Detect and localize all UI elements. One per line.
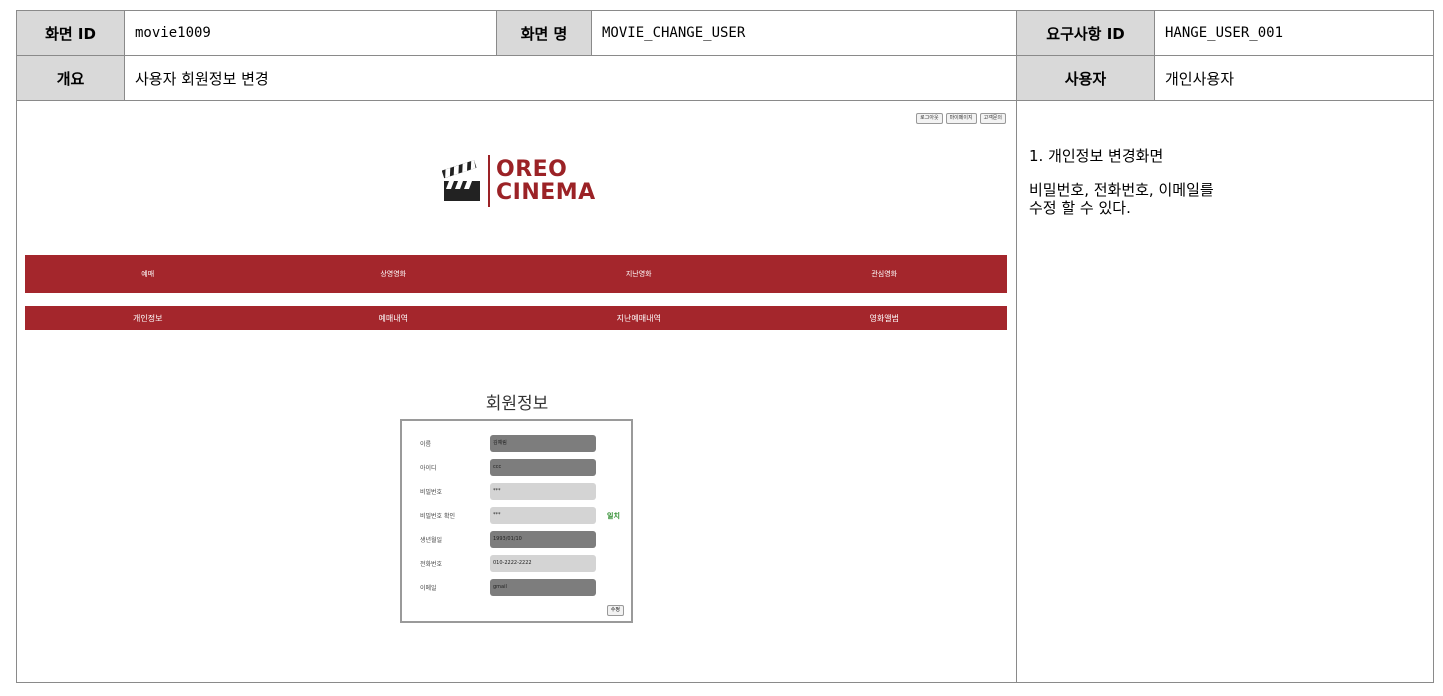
field-label: 이메일 [420, 585, 437, 592]
name-field: 김예림 [490, 435, 596, 452]
clapperboard-icon [442, 160, 480, 201]
main-nav: 예매 상영영화 지난영화 관심영화 [25, 255, 1007, 293]
top-links: 로그아웃 마이페이지 고객문의 [916, 113, 1006, 124]
subnav-movie-album[interactable]: 영화앨범 [762, 306, 1008, 330]
support-link[interactable]: 고객문의 [979, 113, 1006, 124]
password-match-indicator: 일치 [607, 512, 620, 520]
mypage-link[interactable]: 마이페이지 [945, 113, 977, 124]
form-row-email: 이메일 gmail [402, 579, 631, 597]
id-field: ccc [490, 459, 596, 476]
field-label: 생년월일 [420, 537, 443, 544]
subnav-past-reservations[interactable]: 지난예매내역 [516, 306, 762, 330]
nav-past-movies[interactable]: 지난영화 [516, 255, 762, 293]
birthdate-field: 1993/01/10 [490, 531, 596, 548]
description-body: 비밀번호, 전화번호, 이메일를 수정 할 수 있다. [1029, 181, 1214, 217]
subnav-reservation-history[interactable]: 예매내역 [271, 306, 517, 330]
member-info-form: 이름 김예림 아이디 ccc 비밀번호 *** 비밀번호 확인 *** 일치 생… [400, 419, 633, 623]
logo-line-1: OREO [496, 157, 568, 182]
spec-table: 화면 ID movie1009 화면 명 MOVIE_CHANGE_USER 요… [16, 10, 1434, 683]
screen-name-label: 화면 명 [497, 11, 592, 56]
sub-nav: 개인정보 예매내역 지난예매내역 영화앨범 [25, 306, 1007, 330]
requirement-id-label: 요구사항 ID [1017, 11, 1155, 56]
form-row-name: 이름 김예림 [402, 435, 631, 453]
field-label: 비밀번호 [420, 489, 443, 496]
phone-field[interactable]: 010-2222-2222 [490, 555, 596, 572]
field-label: 아이디 [420, 465, 437, 472]
overview-label: 개요 [17, 56, 125, 101]
screen-name-value: MOVIE_CHANGE_USER [592, 11, 1017, 56]
field-label: 전화번호 [420, 561, 443, 568]
cinema-logo[interactable]: OREO CINEMA [442, 151, 596, 211]
nav-now-showing[interactable]: 상영영화 [271, 255, 517, 293]
field-label: 이름 [420, 441, 432, 448]
overview-value: 사용자 회원정보 변경 [125, 56, 1017, 101]
user-label: 사용자 [1017, 56, 1155, 101]
logo-divider [488, 155, 490, 207]
field-label: 비밀번호 확인 [420, 513, 456, 520]
user-value: 개인사용자 [1155, 56, 1433, 101]
screen-id-value: movie1009 [125, 11, 497, 56]
logo-text: OREO CINEMA [496, 158, 596, 204]
subnav-personal-info[interactable]: 개인정보 [25, 306, 271, 330]
logo-line-2: CINEMA [496, 180, 596, 205]
form-row-password: 비밀번호 *** [402, 483, 631, 501]
form-row-id: 아이디 ccc [402, 459, 631, 477]
form-row-password-confirm: 비밀번호 확인 *** 일치 [402, 507, 631, 525]
submit-button[interactable]: 수정 [606, 605, 624, 616]
nav-reservation[interactable]: 예매 [25, 255, 271, 293]
description-title: 1. 개인정보 변경화면 [1029, 147, 1164, 165]
form-row-phone: 전화번호 010-2222-2222 [402, 555, 631, 573]
screen-mockup: 로그아웃 마이페이지 고객문의 OREO CINEMA 예매 상영영화 지난영화… [17, 101, 1017, 682]
screen-id-label: 화면 ID [17, 11, 125, 56]
requirement-id-value: HANGE_USER_001 [1155, 11, 1433, 56]
password-field[interactable]: *** [490, 483, 596, 500]
nav-interested-movies[interactable]: 관심영화 [762, 255, 1008, 293]
logout-link[interactable]: 로그아웃 [916, 113, 943, 124]
password-confirm-field[interactable]: *** [490, 507, 596, 524]
email-field[interactable]: gmail [490, 579, 596, 596]
form-title: 회원정보 [485, 394, 549, 414]
form-row-birthdate: 생년월일 1993/01/10 [402, 531, 631, 549]
description-panel: 1. 개인정보 변경화면 비밀번호, 전화번호, 이메일를 수정 할 수 있다. [1017, 101, 1433, 682]
